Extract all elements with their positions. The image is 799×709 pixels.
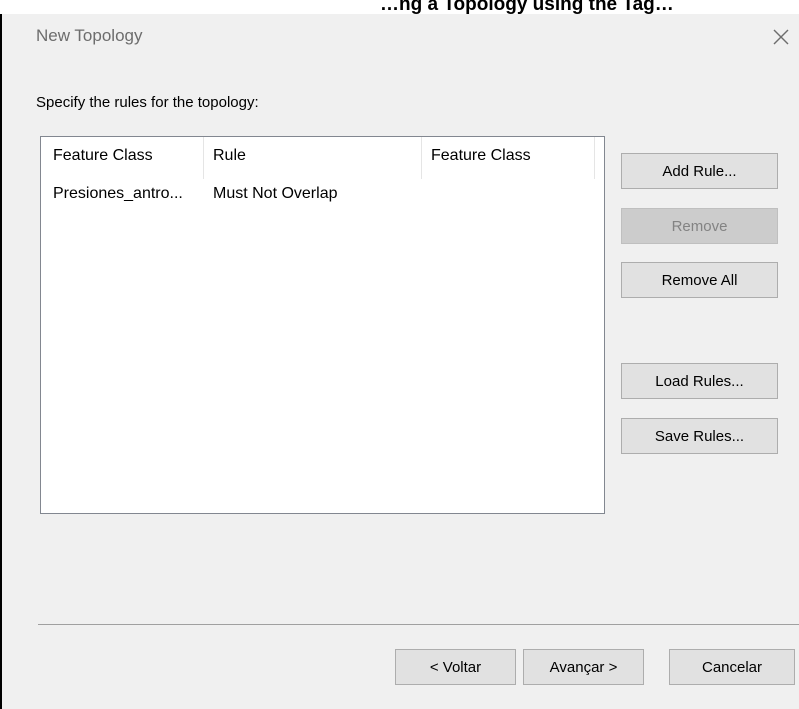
column-header-feature-class[interactable]: Feature Class [53, 147, 153, 165]
column-separator[interactable] [594, 137, 595, 179]
cell-feature-class: Presiones_antro... [53, 185, 183, 202]
rules-list[interactable]: Feature Class Rule Feature Class Presion… [40, 136, 605, 514]
save-rules-button[interactable]: Save Rules... [621, 418, 778, 454]
title-bar: New Topology [2, 14, 799, 64]
next-button[interactable]: Avançar > [523, 649, 644, 685]
remove-all-button[interactable]: Remove All [621, 262, 778, 298]
load-rules-button[interactable]: Load Rules... [621, 363, 778, 399]
close-icon [773, 29, 789, 45]
cut-off-caption: …ng a Topology using the Tag… [380, 0, 674, 14]
instruction-label: Specify the rules for the topology: [36, 94, 259, 111]
table-row[interactable]: Presiones_antro... Must Not Overlap [41, 183, 604, 209]
close-button[interactable] [766, 22, 796, 52]
add-rule-button[interactable]: Add Rule... [621, 153, 778, 189]
remove-button[interactable]: Remove [621, 208, 778, 244]
cancel-button[interactable]: Cancelar [669, 649, 795, 685]
back-button[interactable]: < Voltar [395, 649, 516, 685]
column-header-feature-class-2[interactable]: Feature Class [431, 147, 531, 165]
column-header-rule[interactable]: Rule [213, 147, 246, 165]
divider [38, 624, 799, 625]
cell-rule: Must Not Overlap [213, 185, 338, 202]
column-separator[interactable] [203, 137, 204, 179]
new-topology-dialog: New Topology Specify the rules for the t… [0, 14, 799, 709]
window-title: New Topology [36, 26, 143, 45]
top-strip: …ng a Topology using the Tag… [0, 0, 799, 14]
column-separator[interactable] [421, 137, 422, 179]
